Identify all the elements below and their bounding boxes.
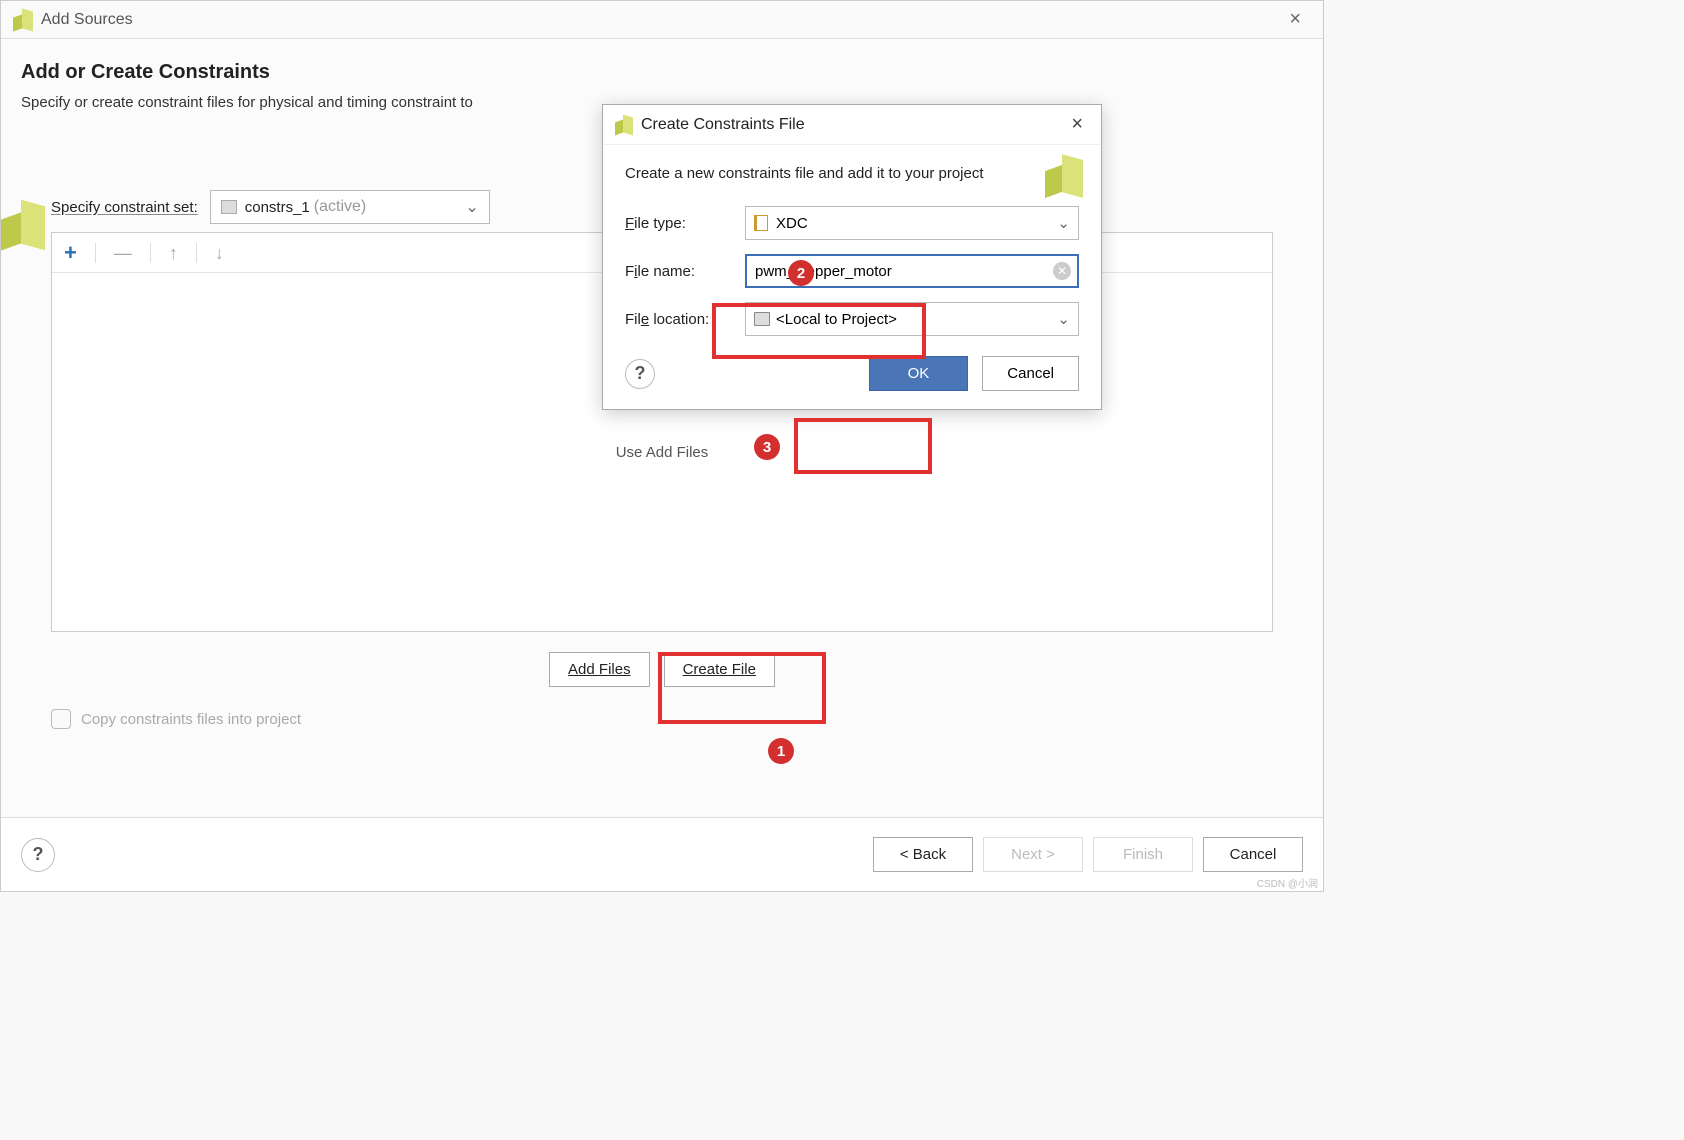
create-file-label: Create File xyxy=(683,661,756,678)
move-down-button[interactable]: ↓ xyxy=(215,244,224,262)
dialog-app-icon xyxy=(615,116,633,134)
dialog-help-button[interactable]: ? xyxy=(625,359,655,389)
constraint-set-label: Specify constraint set: xyxy=(51,199,198,216)
file-type-icon xyxy=(754,215,768,231)
finish-label: Finish xyxy=(1123,846,1163,863)
move-up-button[interactable]: ↑ xyxy=(169,244,178,262)
file-name-value: pwm_stepper_motor xyxy=(755,263,892,280)
file-location-dropdown[interactable]: <Local to Project> ⌄ xyxy=(745,302,1079,336)
ok-button[interactable]: OK xyxy=(869,356,969,391)
dialog-description: Create a new constraints file and add it… xyxy=(625,165,1005,182)
file-location-row: File location: <Local to Project> ⌄ xyxy=(625,302,1079,336)
dialog-titlebar: Create Constraints File × xyxy=(603,105,1101,145)
cancel-label: Cancel xyxy=(1230,846,1277,863)
folder-icon xyxy=(221,200,237,214)
window-title: Add Sources xyxy=(41,11,133,29)
copy-files-checkbox[interactable] xyxy=(51,709,71,729)
clear-input-button[interactable]: ✕ xyxy=(1053,262,1071,280)
help-button[interactable]: ? xyxy=(21,838,55,872)
chevron-down-icon: ⌄ xyxy=(1057,310,1070,328)
watermark: CSDN @小润 xyxy=(1257,875,1318,890)
back-label: < Back xyxy=(900,846,946,863)
next-button: Next > xyxy=(983,837,1083,872)
finish-button: Finish xyxy=(1093,837,1193,872)
dialog-close-button[interactable]: × xyxy=(1065,109,1089,140)
file-name-label: File name: xyxy=(625,263,745,280)
window-close-button[interactable]: × xyxy=(1279,4,1311,35)
brand-icon xyxy=(1,203,45,247)
add-file-button[interactable]: + xyxy=(64,242,77,264)
dialog-footer: ? OK Cancel xyxy=(625,356,1079,391)
constraint-set-dropdown[interactable]: constrs_1 (active) ⌄ xyxy=(210,190,490,224)
file-type-row: File type: XDC ⌄ xyxy=(625,206,1079,240)
toolbar-divider xyxy=(150,243,151,263)
file-name-row: File name: pwm_stepper_motor ✕ xyxy=(625,254,1079,288)
dialog-brand-icon xyxy=(1045,157,1083,195)
file-location-label: File location: xyxy=(625,311,745,328)
file-name-input[interactable]: pwm_stepper_motor ✕ xyxy=(745,254,1079,288)
constraint-set-value: constrs_1 xyxy=(245,199,310,216)
file-type-dropdown[interactable]: XDC ⌄ xyxy=(745,206,1079,240)
file-location-value: <Local to Project> xyxy=(776,311,897,328)
disk-icon xyxy=(754,312,770,326)
app-icon xyxy=(13,10,33,30)
wizard-footer: ? < Back Next > Finish Cancel xyxy=(1,817,1323,891)
create-constraints-dialog: Create Constraints File × Create a new c… xyxy=(602,104,1102,410)
file-type-label: File type: xyxy=(625,215,745,232)
add-files-button[interactable]: Add Files xyxy=(549,652,650,687)
dialog-body: Create a new constraints file and add it… xyxy=(603,145,1101,409)
chevron-down-icon: ⌄ xyxy=(465,197,478,217)
constraint-set-tag: (active) xyxy=(314,198,366,216)
toolbar-divider xyxy=(196,243,197,263)
dialog-title: Create Constraints File xyxy=(641,116,805,134)
back-button[interactable]: < Back xyxy=(873,837,973,872)
toolbar-divider xyxy=(95,243,96,263)
copy-files-row: Copy constraints files into project xyxy=(51,709,1303,729)
add-files-label: Add Files xyxy=(568,661,631,678)
chevron-down-icon: ⌄ xyxy=(1057,214,1070,232)
file-type-value: XDC xyxy=(776,215,808,232)
next-label: Next > xyxy=(1011,846,1055,863)
cancel-button[interactable]: Cancel xyxy=(1203,837,1303,872)
create-file-button[interactable]: Create File xyxy=(664,652,775,687)
file-buttons-row: Add Files Create File xyxy=(21,652,1303,687)
remove-file-button[interactable]: — xyxy=(114,244,132,262)
dialog-cancel-button[interactable]: Cancel xyxy=(982,356,1079,391)
page-heading: Add or Create Constraints xyxy=(21,61,1303,84)
window-titlebar: Add Sources × xyxy=(1,1,1323,39)
copy-files-label: Copy constraints files into project xyxy=(81,711,301,728)
